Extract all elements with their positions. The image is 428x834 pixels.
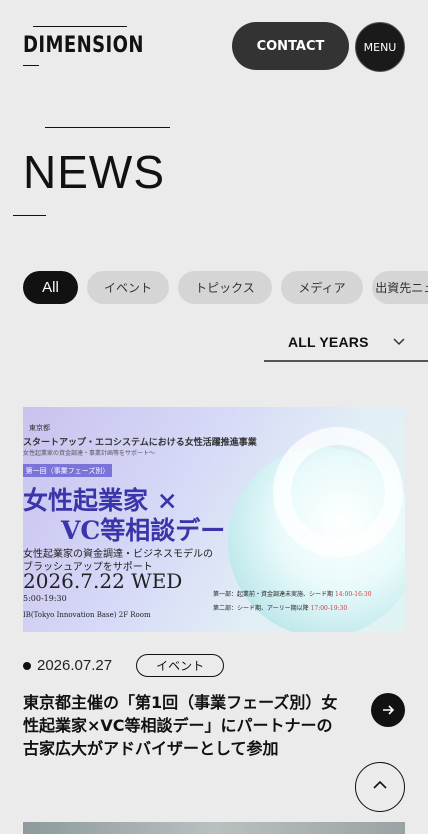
- session-2-label: 第二部：シード期、アーリー期以降: [213, 605, 309, 612]
- thumbnail-place: IB(Tokyo Innovation Base) 2F Room: [23, 611, 151, 619]
- filter-media[interactable]: メディア: [281, 271, 363, 304]
- thumbnail-session-2: 第二部：シード期、アーリー期以降 17:00-19:30: [213, 603, 347, 612]
- thumbnail-time: 5:00-19:30: [23, 594, 67, 603]
- news-page: DIMENSION CONTACT MENU NEWS All イベント トピッ…: [0, 0, 428, 834]
- year-select[interactable]: ALL YEARS: [264, 328, 428, 362]
- session-2-time: 17:00-19:30: [310, 605, 348, 612]
- page-title: NEWS: [23, 146, 165, 198]
- title-line-bottom: [13, 215, 46, 216]
- filter-portfolio-news[interactable]: 出資先ニュース: [372, 271, 428, 304]
- logo-line-bottom: [23, 65, 39, 66]
- next-article-thumbnail[interactable]: [23, 822, 405, 834]
- chevron-down-icon: [392, 334, 406, 352]
- bullet-dot: [23, 661, 31, 670]
- thumbnail-org: 東京都: [29, 424, 50, 432]
- article-thumbnail[interactable]: 東京都 スタートアップ・エコシステムにおける女性活躍推進事業 女性起業家の資金調…: [23, 407, 405, 632]
- article-date: 2026.07.27: [37, 657, 113, 674]
- session-1-label: 第一部：起業前・資金調達未実施、シード期: [213, 591, 334, 598]
- decorative-ring: [273, 427, 403, 557]
- logo-line-top: [33, 26, 127, 27]
- menu-button[interactable]: MENU: [355, 22, 405, 72]
- category-filter: All イベント トピックス メディア 出資先ニュース: [23, 271, 428, 304]
- chevron-up-icon: [372, 777, 388, 797]
- thumbnail-sub: 女性起業家の資金調達・事業計画等をサポート〜: [23, 450, 156, 457]
- logo-text: DIMENSION: [23, 33, 144, 58]
- filter-all[interactable]: All: [23, 271, 78, 304]
- back-to-top-button[interactable]: [355, 762, 405, 812]
- thumbnail-date: 2026.7.22 WED: [23, 569, 183, 593]
- thumbnail-badge: 第一回（事業フェーズ別）: [23, 464, 112, 477]
- session-1-time: 14:00-16:30: [334, 591, 372, 598]
- contact-button[interactable]: CONTACT: [232, 22, 349, 70]
- arrow-right-icon[interactable]: [371, 693, 405, 727]
- year-select-value: ALL YEARS: [288, 334, 369, 350]
- article-meta: 2026.07.27 イベント: [23, 654, 225, 677]
- thumbnail-project: スタートアップ・エコシステムにおける女性活躍推進事業: [23, 438, 257, 448]
- filter-topics[interactable]: トピックス: [178, 271, 272, 304]
- article-title[interactable]: 東京都主催の「第1回（事業フェーズ別）女性起業家×VC等相談デー」にパートナーの…: [23, 691, 348, 760]
- filter-event[interactable]: イベント: [87, 271, 169, 304]
- title-line-top: [45, 127, 170, 128]
- thumbnail-headline-2: VC等相談デー: [61, 516, 226, 545]
- article-tag[interactable]: イベント: [136, 654, 225, 677]
- thumbnail-session-1: 第一部：起業前・資金調達未実施、シード期 14:00-16:30: [213, 589, 372, 598]
